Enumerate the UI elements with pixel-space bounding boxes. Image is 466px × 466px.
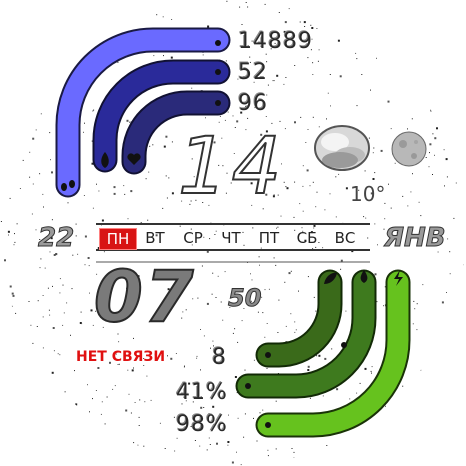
minutes-display: 07 <box>93 256 196 338</box>
weekday-sun: ВС <box>334 229 356 247</box>
moon-phase-icon <box>391 131 427 167</box>
weekday-wed: СР <box>183 229 203 247</box>
weekday-thu: ЧТ <box>221 229 241 247</box>
weekday-fri: ПТ <box>258 229 280 247</box>
cloudy-moon-weather-icon <box>314 125 370 171</box>
weekday-tue: ВТ <box>145 229 165 247</box>
connection-status: НЕТ СВЯЗИ <box>76 349 166 365</box>
weekday-mon: ПН <box>99 228 137 250</box>
seconds-display: 50 <box>227 284 262 312</box>
bottom-stat-2: 41% <box>176 380 228 405</box>
bottom-stat-3: 98% <box>176 412 228 437</box>
date-day: 22 <box>37 223 75 253</box>
watch-face: 14889 52 96 14 10° 22 ЯНВ ПН ВТ СР ЧТ ПТ… <box>0 0 466 466</box>
bottom-stat-1: 8 <box>212 345 227 370</box>
temperature-value: 10° <box>350 182 386 206</box>
weekday-sat: СБ <box>296 229 318 247</box>
month-label: ЯНВ <box>384 223 447 253</box>
